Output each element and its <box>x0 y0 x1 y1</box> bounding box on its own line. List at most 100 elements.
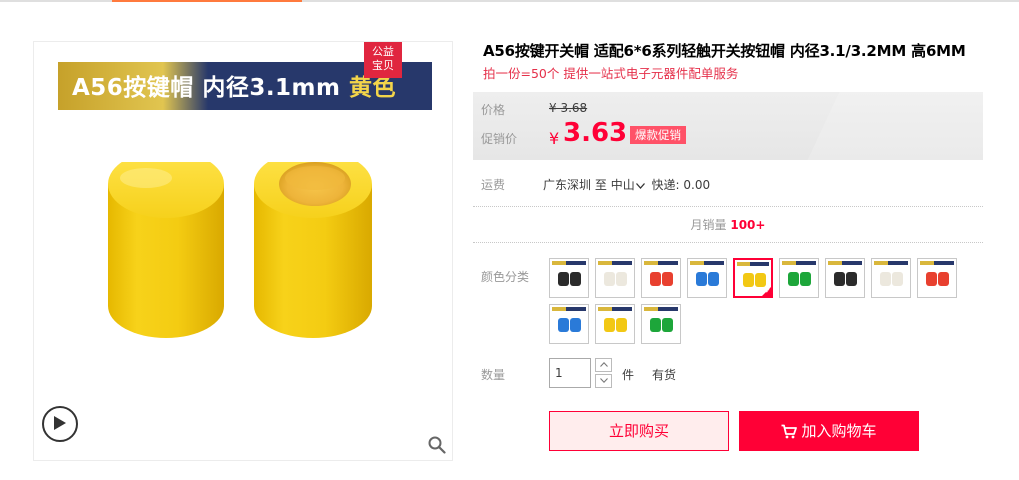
swatch-cap <box>558 272 569 286</box>
swatch-cap <box>604 272 615 286</box>
color-swatch-white[interactable] <box>595 258 635 298</box>
chevron-up-icon <box>599 361 608 367</box>
magnifier-icon[interactable] <box>428 436 446 454</box>
charity-badge-line2: 宝贝 <box>372 59 394 72</box>
swatch-cap <box>616 318 627 332</box>
selected-check-icon <box>761 286 772 297</box>
quantity-decrease-button[interactable] <box>595 374 612 388</box>
ship-to-word: 至 <box>594 178 607 192</box>
swatch-banner <box>598 307 632 311</box>
swatch-cap <box>938 272 949 286</box>
swatch-banner <box>598 261 632 265</box>
add-to-cart-button[interactable]: 加入购物车 <box>739 411 919 451</box>
color-label: 颜色分类 <box>481 270 530 284</box>
charity-badge-line1: 公益 <box>372 45 394 58</box>
buy-now-label: 立即购买 <box>608 422 669 440</box>
play-video-button[interactable] <box>42 406 78 442</box>
swatch-banner <box>782 261 816 265</box>
original-price-label: 价格 <box>481 103 506 117</box>
buy-now-button[interactable]: 立即购买 <box>549 411 729 451</box>
monthly-sales-value: 100+ <box>730 218 766 232</box>
banner-text-main: A56按键帽 内径3.1mm <box>72 75 349 101</box>
swatch-banner <box>644 307 678 311</box>
ship-from: 广东深圳 <box>543 178 592 192</box>
product-info-panel: A56按键开关帽 适配6*6系列轻触开关按钮帽 内径3.1/3.2MM 高6MM… <box>473 0 1013 480</box>
color-swatch-white[interactable] <box>871 258 911 298</box>
product-title: A56按键开关帽 适配6*6系列轻触开关按钮帽 内径3.1/3.2MM 高6MM <box>483 42 966 60</box>
swatch-cap <box>846 272 857 286</box>
swatch-cap <box>743 273 754 287</box>
color-swatch-yellow[interactable] <box>733 258 773 298</box>
swatch-cap <box>616 272 627 286</box>
swatch-cap <box>755 273 766 287</box>
swatch-cap <box>696 272 707 286</box>
promo-tag: 爆款促销 <box>630 126 686 144</box>
swatch-banner <box>828 261 862 265</box>
shipping-info: 广东深圳 至 中山 快递: 0.00 <box>543 176 710 193</box>
color-swatch-red[interactable] <box>641 258 681 298</box>
color-swatch-black[interactable] <box>825 258 865 298</box>
quantity-input[interactable] <box>549 358 591 388</box>
swatch-cap <box>662 272 673 286</box>
swatch-banner <box>874 261 908 265</box>
swatch-cap <box>662 318 673 332</box>
swatch-cap <box>800 272 811 286</box>
chevron-down-icon <box>635 183 645 189</box>
color-swatch-blue[interactable] <box>687 258 727 298</box>
swatch-cap <box>650 318 661 332</box>
swatch-banner <box>552 261 586 265</box>
right-cap <box>254 162 372 338</box>
express-fee: 快递: 0.00 <box>651 178 711 192</box>
cart-icon <box>781 424 798 439</box>
shipping-label: 运费 <box>481 178 506 192</box>
left-cap <box>108 162 224 338</box>
swatch-cap <box>880 272 891 286</box>
swatch-banner <box>552 307 586 311</box>
color-swatch-green[interactable] <box>779 258 819 298</box>
product-photo <box>108 162 372 338</box>
stock-status: 有货 <box>652 368 677 382</box>
swatch-cap <box>834 272 845 286</box>
swatch-banner <box>690 261 724 265</box>
banner-text-highlight: 黄色 <box>349 75 396 101</box>
divider <box>473 242 983 243</box>
price-panel: 价格 ¥ 3.68 促销价 ¥ 3.63 爆款促销 <box>473 92 983 160</box>
currency-symbol: ¥ <box>549 129 560 148</box>
swatch-cap <box>788 272 799 286</box>
quantity-increase-button[interactable] <box>595 358 612 372</box>
color-swatch-yellow[interactable] <box>595 304 635 344</box>
swatch-banner <box>644 261 678 265</box>
add-to-cart-label: 加入购物车 <box>801 422 877 440</box>
swatch-banner <box>737 262 769 266</box>
charity-badge: 公益 宝贝 <box>364 42 402 78</box>
swatch-cap <box>570 272 581 286</box>
swatch-cap <box>558 318 569 332</box>
divider <box>473 206 983 207</box>
ship-destination: 中山 <box>610 178 635 192</box>
monthly-sales: 月销量 100+ <box>473 216 983 233</box>
swatch-cap <box>570 318 581 332</box>
sale-price-label: 促销价 <box>481 132 518 146</box>
color-swatch-black[interactable] <box>549 258 589 298</box>
swatch-cap <box>604 318 615 332</box>
monthly-sales-label: 月销量 <box>690 218 727 232</box>
color-swatch-red[interactable] <box>917 258 957 298</box>
chevron-down-icon <box>599 378 608 384</box>
color-swatch-blue[interactable] <box>549 304 589 344</box>
swatch-cap <box>708 272 719 286</box>
active-tab-indicator <box>112 0 302 2</box>
quantity-unit: 件 <box>622 368 635 382</box>
play-icon <box>54 416 66 430</box>
product-image-gallery[interactable]: A56按键帽 内径3.1mm 黄色 公益 宝贝 <box>33 41 453 461</box>
product-subtitle: 拍一份=50个 提供一站式电子元器件配单服务 <box>483 66 739 81</box>
destination-selector[interactable]: 中山 <box>611 178 648 192</box>
swatch-banner <box>920 261 954 265</box>
swatch-cap <box>926 272 937 286</box>
quantity-label: 数量 <box>481 368 506 382</box>
swatch-cap <box>650 272 661 286</box>
sale-price: 3.63 <box>563 118 628 148</box>
color-swatch-green[interactable] <box>641 304 681 344</box>
banner-text: A56按键帽 内径3.1mm 黄色 <box>72 68 396 102</box>
swatch-cap <box>892 272 903 286</box>
original-price: ¥ 3.68 <box>549 101 588 115</box>
